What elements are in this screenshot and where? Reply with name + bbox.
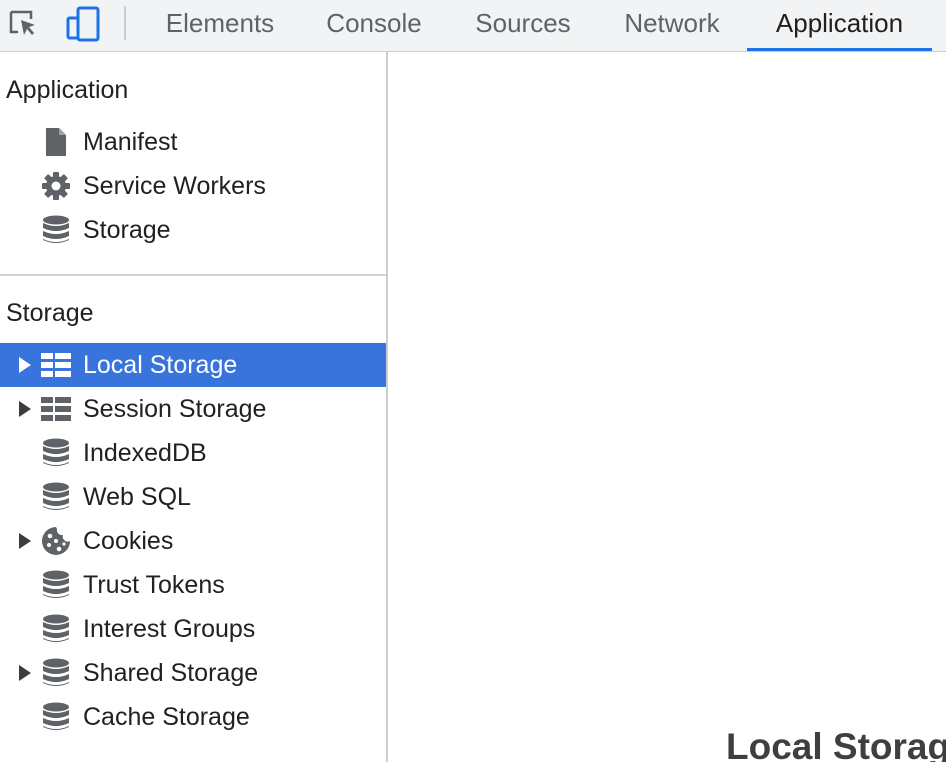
sidebar-item-service-workers[interactable]: Service Workers [0, 164, 386, 208]
expand-arrow-icon[interactable] [19, 533, 31, 549]
sidebar-item-trust-tokens[interactable]: Trust Tokens [0, 563, 386, 607]
device-toolbar-icon[interactable] [66, 6, 102, 42]
tab-elements[interactable]: Elements [150, 0, 290, 51]
main-panel: Local Storage [388, 52, 946, 762]
expand-arrow-icon[interactable] [19, 665, 31, 681]
database-icon [40, 438, 72, 468]
document-icon [40, 127, 72, 157]
sidebar-item-label: Web SQL [83, 483, 191, 511]
section-title-application: Application [6, 76, 129, 104]
sidebar-item-label: IndexedDB [83, 439, 207, 467]
table-icon [40, 394, 72, 424]
cookie-icon [40, 526, 72, 556]
sidebar-item-label: Session Storage [83, 395, 267, 423]
toolbar-separator [124, 6, 126, 40]
sidebar-item-local-storage[interactable]: Local Storage [0, 343, 386, 387]
sidebar-item-interest-groups[interactable]: Interest Groups [0, 607, 386, 651]
database-icon [40, 702, 72, 732]
tab-sources[interactable]: Sources [458, 0, 588, 51]
sidebar-item-cache-storage[interactable]: Cache Storage [0, 695, 386, 739]
sidebar-item-label: Interest Groups [83, 615, 256, 643]
sidebar-item-label: Shared Storage [83, 659, 259, 687]
sidebar-item-indexeddb[interactable]: IndexedDB [0, 431, 386, 475]
section-divider [0, 274, 386, 276]
gear-icon [40, 171, 72, 201]
sidebar-item-shared-storage[interactable]: Shared Storage [0, 651, 386, 695]
sidebar-item-label: Cache Storage [83, 703, 250, 731]
sidebar-item-web-sql[interactable]: Web SQL [0, 475, 386, 519]
sidebar-item-session-storage[interactable]: Session Storage [0, 387, 386, 431]
sidebar-item-label: Local Storage [83, 351, 238, 379]
database-icon [40, 614, 72, 644]
table-icon [40, 350, 72, 380]
page-title: Local Storage [726, 726, 946, 762]
database-icon [40, 482, 72, 512]
sidebar-item-label: Trust Tokens [83, 571, 225, 599]
sidebar-item-label: Storage [83, 216, 171, 244]
sidebar-item-cookies[interactable]: Cookies [0, 519, 386, 563]
section-title-storage: Storage [6, 299, 94, 327]
sidebar-item-label: Service Workers [83, 172, 266, 200]
sidebar-item-label: Manifest [83, 128, 178, 156]
application-sidebar: Application Manifest Service Workers Sto… [0, 52, 388, 762]
database-icon [40, 658, 72, 688]
sidebar-item-manifest[interactable]: Manifest [0, 120, 386, 164]
sidebar-item-storage[interactable]: Storage [0, 208, 386, 252]
expand-arrow-icon[interactable] [19, 357, 31, 373]
database-icon [40, 215, 72, 245]
inspect-element-icon[interactable] [5, 6, 41, 42]
devtools-toolbar: Elements Console Sources Network Applica… [0, 0, 946, 52]
expand-arrow-icon[interactable] [19, 401, 31, 417]
tab-console[interactable]: Console [310, 0, 438, 51]
sidebar-item-label: Cookies [83, 527, 174, 555]
database-icon [40, 570, 72, 600]
tab-network[interactable]: Network [606, 0, 738, 51]
tab-application[interactable]: Application [747, 0, 932, 51]
